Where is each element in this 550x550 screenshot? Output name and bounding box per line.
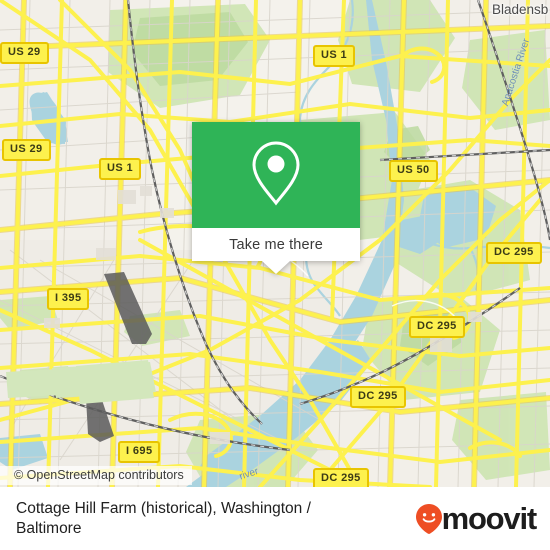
popup-card-tail xyxy=(262,261,290,274)
moovit-wordmark: moovit xyxy=(441,501,538,536)
road-shield: I 395 xyxy=(47,288,90,310)
popup-card-footer[interactable]: Take me there xyxy=(192,228,360,261)
osm-attribution[interactable]: © OpenStreetMap contributors xyxy=(0,466,192,485)
moovit-pin-icon xyxy=(415,503,442,534)
road-shield: I 695 xyxy=(118,441,161,463)
road-shield: US 29 xyxy=(2,139,51,161)
road-shield: US 1 xyxy=(99,158,142,180)
road-shield: US 29 xyxy=(0,42,49,64)
moovit-logo[interactable]: moovit xyxy=(415,501,538,536)
page-title: Cottage Hill Farm (historical), Washingt… xyxy=(16,499,311,537)
place-label-bladensburg: Bladensb xyxy=(492,2,549,17)
map-canvas[interactable]: US 29 US 1 US 29 US 1 US 50 DC 295 I 395… xyxy=(0,0,550,487)
popup-card-header xyxy=(192,122,360,228)
road-shield: US 1 xyxy=(313,45,356,67)
bottom-bar: Cottage Hill Farm (historical), Washingt… xyxy=(0,487,550,550)
take-me-there-button[interactable]: Take me there xyxy=(229,237,323,253)
road-shield: DC 295 xyxy=(409,316,465,338)
location-popup-card[interactable]: Take me there xyxy=(192,122,360,274)
road-shield: US 50 xyxy=(389,160,438,182)
road-shield: DC 295 xyxy=(350,386,406,408)
screenshot-root: US 29 US 1 US 29 US 1 US 50 DC 295 I 395… xyxy=(0,0,550,550)
map-pin-icon xyxy=(248,139,304,212)
road-shield: DC 295 xyxy=(486,242,542,264)
road-shield: DC 295 xyxy=(313,468,369,487)
